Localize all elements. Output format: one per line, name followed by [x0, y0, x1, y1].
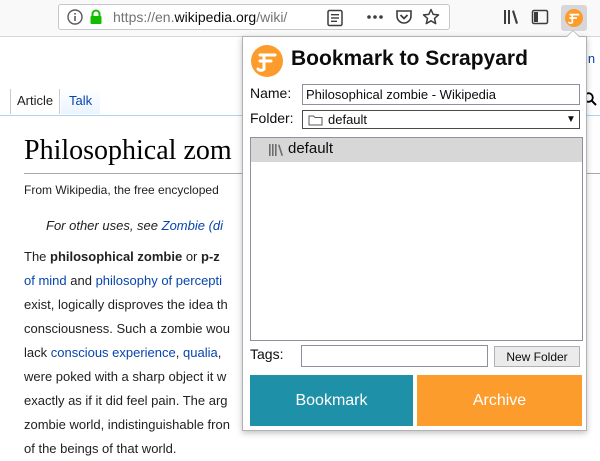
- url-text[interactable]: https://en.wikipedia.org/wiki/: [113, 9, 303, 25]
- folder-select-value: default: [328, 112, 368, 127]
- tags-field[interactable]: [301, 345, 488, 367]
- bookmark-button[interactable]: Bookmark: [250, 375, 413, 426]
- url-bar[interactable]: https://en.wikipedia.org/wiki/: [58, 4, 450, 30]
- page-title: Philosophical zom: [24, 135, 232, 166]
- star-bookmark-icon[interactable]: [422, 8, 440, 26]
- new-folder-button[interactable]: New Folder: [494, 346, 580, 367]
- name-label: Name:: [250, 85, 292, 101]
- popup-title: Bookmark to Scrapyard: [291, 47, 528, 70]
- reader-view-icon[interactable]: [326, 9, 344, 27]
- hatnote: For other uses, see Zombie (di: [46, 218, 224, 233]
- tree-item-label: default: [288, 140, 334, 157]
- folder-icon: [308, 115, 323, 126]
- link-qualia[interactable]: qualia: [183, 345, 218, 360]
- tags-label: Tags:: [250, 346, 284, 362]
- link-conscious-experience[interactable]: conscious experience: [51, 345, 176, 360]
- link-philosophy-of-mind[interactable]: of mind: [24, 273, 67, 288]
- scrapyard-logo-icon: [251, 45, 283, 77]
- library-icon[interactable]: [502, 8, 520, 26]
- lock-icon[interactable]: [89, 9, 103, 25]
- dropdown-arrow-icon: ▼: [566, 114, 576, 125]
- popup-arrow-inner: [567, 31, 579, 37]
- pocket-icon[interactable]: [395, 8, 413, 26]
- tab-talk[interactable]: Talk: [61, 89, 101, 114]
- scrapyard-extension-button[interactable]: [561, 5, 587, 31]
- folder-tree[interactable]: default: [250, 137, 583, 341]
- folder-select[interactable]: default ▼: [302, 110, 580, 129]
- sidebar-icon[interactable]: [531, 8, 549, 26]
- tab-article[interactable]: Article: [10, 89, 61, 114]
- article-paragraph: The philosophical zombie or p-z of mind …: [24, 249, 230, 456]
- more-actions-icon[interactable]: [366, 8, 384, 26]
- archive-button[interactable]: Archive: [417, 375, 582, 426]
- tagline: From Wikipedia, the free encycloped: [24, 183, 219, 197]
- info-icon[interactable]: [67, 9, 83, 25]
- link-philosophy-of-perception[interactable]: philosophy of percepti: [96, 273, 222, 288]
- shelf-icon: [269, 144, 283, 156]
- scrapyard-logo-icon: [565, 9, 583, 27]
- hatnote-link[interactable]: Zombie (di: [162, 218, 223, 233]
- tree-item-default[interactable]: default: [251, 138, 582, 162]
- scrapyard-popup: Bookmark to Scrapyard Name: Folder: defa…: [242, 36, 587, 431]
- folder-label: Folder:: [250, 110, 294, 126]
- browser-toolbar: https://en.wikipedia.org/wiki/: [0, 0, 600, 37]
- name-field[interactable]: [302, 84, 580, 105]
